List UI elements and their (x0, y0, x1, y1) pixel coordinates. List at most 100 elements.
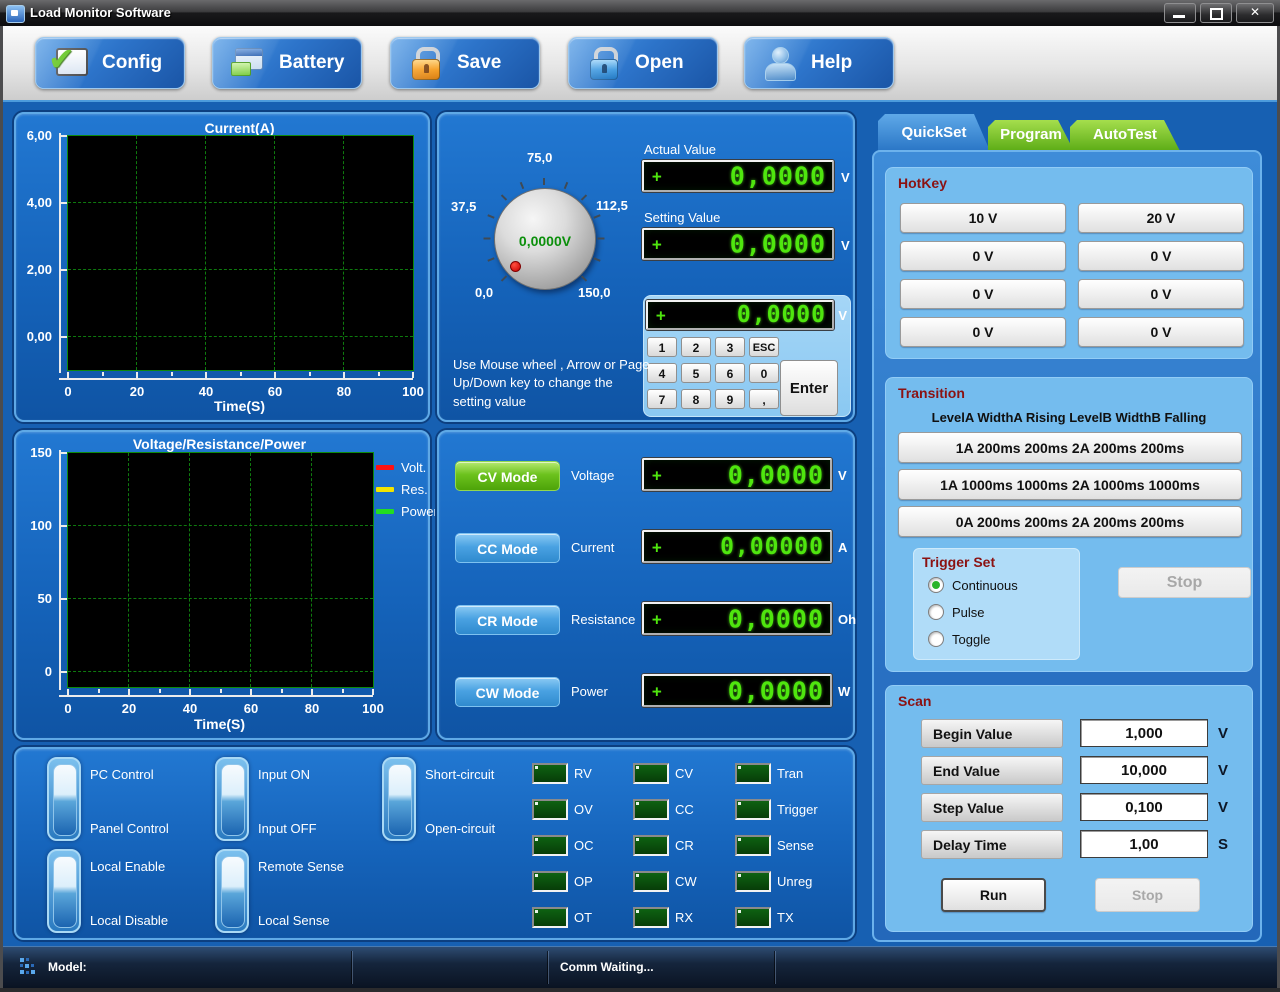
toggle-short-circuit[interactable] (382, 757, 416, 841)
statusbar: Model: Comm Waiting... (0, 946, 1280, 988)
keypad-key-6[interactable]: 6 (715, 363, 745, 383)
keypad-key-8[interactable]: 8 (681, 389, 711, 409)
v-gridline (343, 136, 344, 370)
knob-tick (597, 237, 605, 239)
scan-run-button[interactable]: Run (941, 878, 1046, 912)
digits: 0,0000 (727, 676, 824, 705)
begin-value-input[interactable]: 1,000 (1080, 719, 1208, 747)
hotkey-button-1[interactable]: 10 V (900, 203, 1066, 233)
resistance-label: Resistance (571, 612, 636, 627)
x-axis-line (59, 378, 413, 380)
transition-preset-button-3[interactable]: 0A 200ms 200ms 2A 200ms 200ms (898, 506, 1242, 537)
switch-label-top: Short-circuit (425, 767, 495, 782)
transition-preset-button-1[interactable]: 1A 200ms 200ms 2A 200ms 200ms (898, 432, 1242, 463)
close-button[interactable]: ✕ (1236, 3, 1274, 23)
sign: + (652, 465, 662, 484)
trigger-radio-continuous[interactable]: Continuous (928, 577, 1018, 593)
y-axis-tick (61, 335, 67, 338)
toggle-pc-control[interactable] (47, 757, 81, 841)
x-tick-label: 100 (402, 384, 424, 399)
digits: 0,0000 (727, 460, 824, 489)
tab-quickset[interactable]: QuickSet (878, 114, 990, 151)
led-label-cw: CW (675, 874, 697, 889)
keypad-key-5[interactable]: 5 (681, 363, 711, 383)
app-window: Load Monitor Software ✕ ✔ Config Battery… (0, 0, 1280, 992)
keypad-key-2[interactable]: 2 (681, 337, 711, 357)
maximize-button[interactable] (1200, 3, 1232, 23)
cr-mode-button[interactable]: CR Mode (455, 605, 560, 635)
help-button[interactable]: Help (744, 37, 894, 89)
resistance-unit: Oh (838, 612, 857, 627)
knob-tick (593, 257, 601, 263)
toggle-handle (221, 856, 245, 928)
hotkey-button-7[interactable]: 0 V (900, 317, 1066, 347)
y-tick-label: 0 (44, 664, 52, 680)
keypad-key-enter[interactable]: Enter (780, 360, 838, 416)
setting-unit: V (841, 238, 850, 253)
x-axis-minor-tick (280, 689, 283, 693)
y-axis-tick (61, 598, 67, 601)
transition-preset-button-2[interactable]: 1A 1000ms 1000ms 2A 1000ms 1000ms (898, 469, 1242, 500)
actual-value-label: Actual Value (644, 142, 717, 157)
led-label-sense: Sense (777, 838, 814, 853)
keypad-key-3[interactable]: 3 (715, 337, 745, 357)
h-gridline (68, 335, 413, 337)
switch-label-bottom: Local Sense (258, 913, 330, 928)
voltage-knob[interactable]: 0,0000V (494, 188, 596, 290)
switch-cell-pc-control: PC Control Panel Control (47, 757, 207, 843)
config-button[interactable]: ✔ Config (35, 37, 185, 89)
knob-scale-label: 112,5 (596, 198, 628, 213)
x-tick-label: 20 (129, 384, 145, 399)
step-value-input[interactable]: 0,100 (1080, 793, 1208, 821)
end-value-input[interactable]: 10,000 (1080, 756, 1208, 784)
app-icon (6, 5, 25, 23)
v-gridline (128, 453, 129, 687)
power-display: +0,0000 (642, 674, 832, 707)
x-tick-label: 60 (267, 384, 283, 399)
toggle-input-on[interactable] (215, 757, 249, 841)
h-gridline (68, 671, 373, 673)
knob-position-dot (510, 261, 521, 272)
keypad-key-[interactable]: , (749, 389, 779, 409)
h-gridline (68, 525, 373, 527)
comm-status-label: Comm Waiting... (560, 960, 654, 974)
minimize-button[interactable] (1164, 3, 1196, 23)
trigger-set-box: Trigger Set Continuous Pulse Toggle (913, 548, 1080, 660)
tab-program[interactable]: Program (988, 120, 1074, 151)
hotkey-button-2[interactable]: 20 V (1078, 203, 1244, 233)
scan-stop-button[interactable]: Stop (1095, 878, 1200, 912)
hotkey-button-5[interactable]: 0 V (900, 279, 1066, 309)
x-axis-minor-tick (158, 689, 161, 693)
keypad-key-9[interactable]: 9 (715, 389, 745, 409)
hotkey-button-3[interactable]: 0 V (900, 241, 1066, 271)
open-button[interactable]: Open (568, 37, 718, 89)
hotkey-button-4[interactable]: 0 V (1078, 241, 1244, 271)
led-ov (532, 799, 568, 820)
setting-value-display: + 0,0000 (642, 228, 834, 260)
trigger-radio-toggle[interactable]: Toggle (928, 631, 990, 647)
cw-mode-button[interactable]: CW Mode (455, 677, 560, 707)
transition-stop-button[interactable]: Stop (1118, 567, 1251, 598)
minimize-icon (1173, 15, 1185, 18)
cc-mode-button[interactable]: CC Mode (455, 533, 560, 563)
x-tick-label: 100 (362, 701, 384, 716)
tab-autotest[interactable]: AutoTest (1070, 120, 1180, 151)
battery-button[interactable]: Battery (212, 37, 362, 89)
keypad-key-1[interactable]: 1 (647, 337, 677, 357)
toggle-handle (53, 764, 77, 836)
keypad-key-0[interactable]: 0 (749, 363, 779, 383)
toggle-remote-sense[interactable] (215, 849, 249, 933)
delay-time-input[interactable]: 1,00 (1080, 830, 1208, 858)
hotkey-button-8[interactable]: 0 V (1078, 317, 1244, 347)
knob-tick (500, 194, 507, 201)
y-axis-tick (61, 452, 67, 454)
save-button[interactable]: Save (390, 37, 540, 89)
toggle-handle (388, 764, 412, 836)
trigger-radio-pulse[interactable]: Pulse (928, 604, 985, 620)
toggle-local-enable[interactable] (47, 849, 81, 933)
legend-swatch (376, 487, 394, 492)
led-cw (633, 871, 669, 892)
cv-mode-button[interactable]: CV Mode (455, 461, 560, 491)
hotkey-button-6[interactable]: 0 V (1078, 279, 1244, 309)
keypad-key-esc[interactable]: ESC (749, 337, 779, 357)
